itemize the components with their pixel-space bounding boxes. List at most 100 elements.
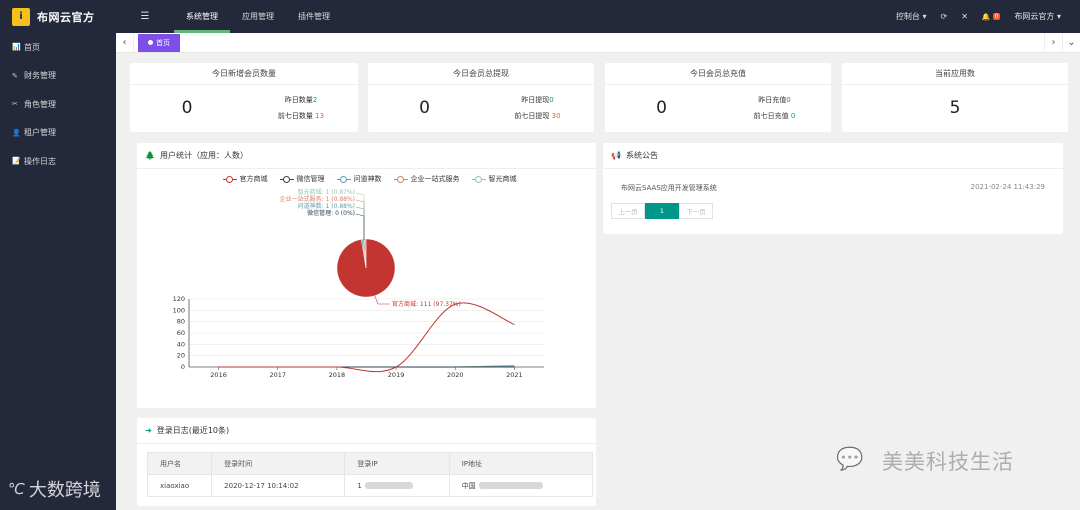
tab-home-label: 首页 <box>156 38 170 47</box>
tab-dot-icon <box>148 40 153 45</box>
user-stats-panel: 🌲 用户统计（应用：人数） 官方商城 微信管理 问道神数 企业一站式服务 智光商城 官方… <box>137 143 596 408</box>
y-tick-label: 0 <box>181 363 185 371</box>
redacted-block <box>478 482 543 489</box>
tab-bar: ‹ 首页 › ⌄ <box>116 32 1080 53</box>
watermark-right: 💬 美美科技生活 <box>836 446 1014 476</box>
megaphone-icon: 📢 <box>611 151 621 160</box>
fullscreen-icon[interactable]: ✕ <box>954 12 975 21</box>
page-button-current[interactable]: 1 <box>645 203 679 219</box>
stat-sub-value: 13 <box>315 112 325 120</box>
stat-title: 今日新增会员数量 <box>130 63 358 85</box>
tab-scroll-left-icon[interactable]: ‹ <box>116 32 134 53</box>
login-icon: ➜ <box>145 426 152 435</box>
tab-menu-icon[interactable]: ⌄ <box>1062 32 1080 53</box>
redacted-block <box>364 482 413 489</box>
top-nav-system[interactable]: 系统管理 <box>174 0 230 33</box>
sidebar-item-tenants[interactable]: 👤 租户管理 <box>0 119 116 148</box>
console-dropdown[interactable]: 控制台 ▾ <box>889 11 934 22</box>
sidebar-item-roles[interactable]: ✂ 角色管理 <box>0 90 116 119</box>
notice-time: 2021-02-24 11:43:29 <box>970 183 1045 191</box>
table-row: xiaoxiao 2020-12-17 10:14:02 1 中国 <box>146 474 594 497</box>
prev-page-button[interactable]: 上一页 <box>611 203 645 219</box>
ip-text: 1 <box>357 481 362 490</box>
top-nav-plugins[interactable]: 插件管理 <box>286 0 342 33</box>
y-tick-label: 100 <box>173 306 185 314</box>
notification-button[interactable]: 🔔 0 <box>975 13 1008 21</box>
stat-sub-label: 前七日充值 <box>753 112 789 120</box>
y-tick-label: 60 <box>177 329 185 337</box>
x-tick-label: 2021 <box>506 371 523 379</box>
notification-badge: 0 <box>992 13 1001 20</box>
x-tick-label: 2018 <box>329 371 346 379</box>
brand-logo: i <box>12 7 30 26</box>
y-tick-label: 20 <box>177 352 185 360</box>
user-icon: 👤 <box>12 128 21 137</box>
column-header: 登录IP <box>344 452 450 475</box>
x-tick-label: 2020 <box>447 371 464 379</box>
tab-scroll-right-icon[interactable]: › <box>1044 32 1062 53</box>
sidebar-item-label: 财务管理 <box>24 71 56 81</box>
cell-login-time: 2020-12-17 10:14:02 <box>211 474 346 497</box>
stat-value: 0 <box>656 98 667 118</box>
sidebar: 📊 首页 ✎ 财务管理 ✂ 角色管理 👤 租户管理 📝 操作日志 ℃ 大数跨境 <box>0 33 116 510</box>
menu-toggle-icon[interactable]: ☰ <box>116 11 174 22</box>
cell-login-ip: 1 <box>344 474 450 497</box>
sidebar-item-finance[interactable]: ✎ 财务管理 <box>0 62 116 91</box>
tab-home[interactable]: 首页 <box>138 33 180 52</box>
panel-title: 用户统计（应用：人数） <box>159 151 248 160</box>
user-menu[interactable]: 布网云官方 ▾ <box>1007 11 1068 22</box>
stat-sub-label: 前七日提现 <box>514 112 550 120</box>
stat-sub-value: 30 <box>551 112 561 120</box>
panel-header: 📢 系统公告 <box>603 143 1063 169</box>
stat-sub-label: 昨日提现 <box>521 96 550 104</box>
stat-title: 当前应用数 <box>842 63 1068 85</box>
pie-label-line <box>355 206 365 240</box>
refresh-icon[interactable]: ⟳ <box>933 12 954 21</box>
sidebar-item-label: 租户管理 <box>24 128 56 138</box>
stat-card-new-members: 今日新增会员数量 0 昨日数量2 前七日数量 13 <box>130 63 358 132</box>
stat-sub-label: 昨日数量 <box>284 96 313 104</box>
stat-value: 0 <box>181 98 193 118</box>
sidebar-item-home[interactable]: 📊 首页 <box>0 33 116 62</box>
x-tick-label: 2017 <box>269 371 286 379</box>
brand-title: 布网云官方 <box>37 10 95 24</box>
watermark-logo: ℃ <box>8 480 25 498</box>
pagination: 上一页 1 下一页 <box>611 203 1063 219</box>
stat-value: 0 <box>419 98 430 118</box>
pie-label-line <box>355 213 365 240</box>
tree-icon: 🌲 <box>145 151 155 160</box>
notice-title: 布网云SAAS应用开发管理系统 <box>621 184 717 192</box>
brand[interactable]: i 布网云官方 <box>0 0 116 33</box>
column-header: IP地址 <box>448 452 594 475</box>
cell-ip-address: 中国 <box>448 474 594 497</box>
stat-card-apps: 当前应用数 5 <box>842 63 1068 132</box>
watermark-text: 大数跨境 <box>28 480 101 501</box>
next-page-button[interactable]: 下一页 <box>679 203 713 219</box>
cell-username: xiaoxiao <box>146 474 213 497</box>
column-header: 用户名 <box>146 452 213 475</box>
series-line <box>218 302 515 373</box>
pie-label-line <box>355 199 365 240</box>
sidebar-item-label: 首页 <box>24 42 40 52</box>
top-nav: 系统管理 应用管理 插件管理 <box>174 0 342 33</box>
chart-icon: 📊 <box>12 43 21 52</box>
pie-label: 微信管理: 0 (0%) <box>307 209 355 217</box>
top-right-tools: 控制台 ▾ ⟳ ✕ 🔔 0 布网云官方 ▾ <box>889 0 1080 33</box>
stat-sub-label: 前七日数量 <box>277 112 313 120</box>
notice-item[interactable]: 布网云SAAS应用开发管理系统 2021-02-24 11:43:29 <box>603 183 1063 193</box>
column-header: 登录时间 <box>211 452 346 475</box>
top-nav-apps[interactable]: 应用管理 <box>230 0 286 33</box>
x-tick-label: 2019 <box>388 371 405 379</box>
stat-title: 今日会员总充值 <box>605 63 831 85</box>
notice-panel: 📢 系统公告 布网云SAAS应用开发管理系统 2021-02-24 11:43:… <box>603 143 1063 234</box>
stat-card-withdrawals: 今日会员总提现 0 昨日提现0 前七日提现 30 <box>368 63 594 132</box>
sidebar-item-label: 角色管理 <box>24 99 56 109</box>
stat-sub-value: 0 <box>549 96 554 104</box>
x-tick-label: 2016 <box>210 371 227 379</box>
bell-icon: 🔔 <box>981 12 991 21</box>
panel-title: 系统公告 <box>625 151 658 160</box>
sidebar-item-logs[interactable]: 📝 操作日志 <box>0 147 116 176</box>
y-tick-label: 80 <box>177 318 185 326</box>
pie-label: 智光商城: 1 (0.87%) <box>298 188 355 196</box>
stat-value: 5 <box>949 98 961 118</box>
